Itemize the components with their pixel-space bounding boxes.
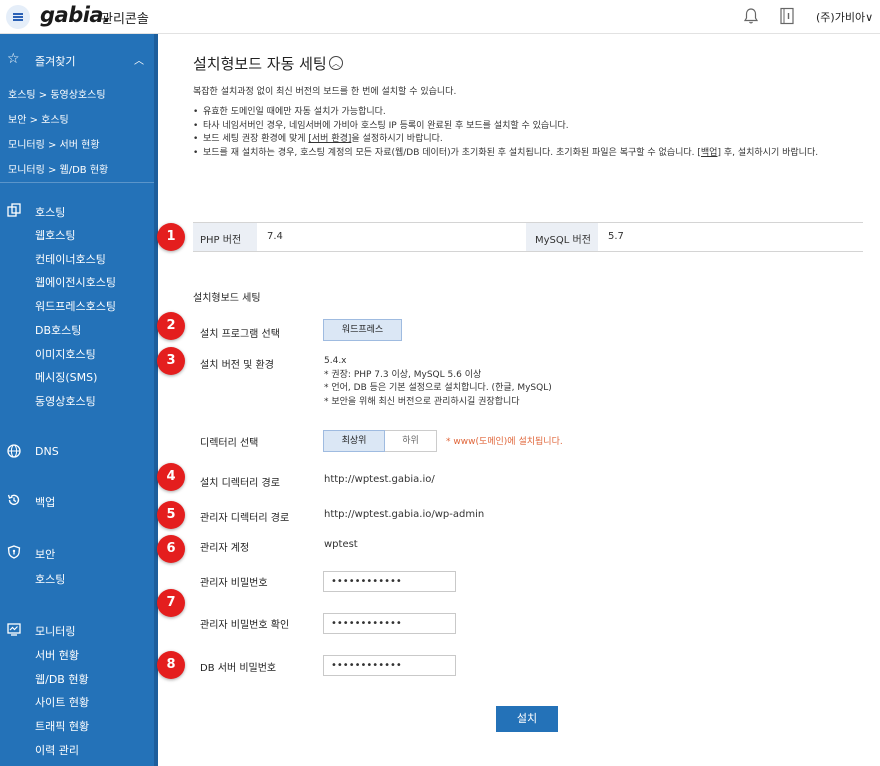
globe-icon	[7, 444, 21, 458]
top-bar: gabia. 관리콘솔 (주)가비아∨	[0, 0, 880, 34]
section-title: 설치형보드 세팅	[193, 293, 261, 304]
console-label: 관리콘솔	[101, 12, 149, 27]
notice-list: 유효한 도메인일 때에만 자동 설치가 가능합니다. 타사 네임서버인 경우, …	[193, 106, 863, 160]
book-icon[interactable]	[779, 7, 795, 25]
sidebar-item-history[interactable]: 이력 관리	[35, 742, 79, 758]
mysql-version-label: MySQL 버전	[526, 223, 598, 251]
sidebar-item-site-status[interactable]: 사이트 현황	[35, 694, 89, 710]
hosting-label: 호스팅	[35, 206, 66, 219]
sidebar-item-wordpress-hosting[interactable]: 워드프레스호스팅	[35, 298, 116, 314]
admin-account-value: wptest	[324, 539, 358, 550]
notice-item: 보드 세팅 권장 환경에 맞게 [서버 환경]을 설정하시기 바랍니다.	[193, 133, 863, 147]
favorite-link[interactable]: 보안 > 호스팅	[8, 111, 69, 126]
favorite-link[interactable]: 모니터링 > 서버 현황	[8, 136, 100, 151]
sidebar-favorites[interactable]: ☆ 즐겨찾기 ︿	[0, 48, 154, 70]
sidebar-item-db-hosting[interactable]: DB호스팅	[35, 322, 81, 338]
program-label: 설치 프로그램 선택	[200, 329, 280, 340]
sidebar-item-web-db-status[interactable]: 웹/DB 현황	[35, 671, 89, 687]
notice-text: 을 설정하시기 바랍니다.	[351, 134, 443, 144]
sidebar: ☆ 즐겨찾기 ︿ 호스팅 > 동영상호스팅 보안 > 호스팅 모니터링 > 서버…	[0, 34, 158, 766]
favorites-label: 즐겨찾기	[35, 55, 76, 68]
logo[interactable]: gabia.	[40, 3, 111, 27]
step-badge: 7	[157, 589, 185, 617]
version-line: * 권장: PHP 7.3 이상, MySQL 5.6 이상	[324, 369, 482, 380]
notice-text: 보드를 재 설치하는 경우, 호스팅 계정의 모든 자료(웹/DB 데이터)가 …	[203, 147, 698, 158]
star-icon: ☆	[7, 51, 20, 67]
sidebar-item-video-hosting[interactable]: 동영상호스팅	[35, 393, 96, 409]
version-line: * 보안을 위해 최신 버전으로 관리하시길 권장합니다	[324, 396, 520, 407]
admin-password-label: 관리자 비밀번호	[200, 578, 268, 589]
admin-dir-label: 관리자 디렉터리 경로	[200, 513, 290, 524]
backup-link[interactable]: [백업]	[697, 148, 721, 158]
step-badge: 8	[157, 651, 185, 679]
sidebar-item-image-hosting[interactable]: 이미지호스팅	[35, 346, 96, 362]
backup-label: 백업	[35, 496, 56, 509]
version-label: 설치 버전 및 환경	[200, 360, 274, 371]
notice-text: 후, 설치하시기 바랍니다.	[720, 147, 819, 158]
version-info: 5.4.x * 권장: PHP 7.3 이상, MySQL 5.6 이상 * 언…	[324, 355, 552, 409]
step-badge: 2	[157, 312, 185, 340]
server-env-link[interactable]: [서버 환경]	[308, 134, 351, 144]
chevron-up-circle-icon[interactable]: ︿	[329, 56, 343, 70]
admin-dir-value: http://wptest.gabia.io/wp-admin	[324, 509, 485, 520]
menu-icon[interactable]	[6, 5, 30, 29]
php-version-label: PHP 버전	[193, 223, 257, 251]
php-version-value: 7.4	[267, 231, 283, 242]
main-content: 설치형보드 자동 세팅 ︿ 복잡한 설치과정 없이 최신 버전의 보드를 한 번…	[158, 34, 880, 766]
directory-note: * www(도메인)에 설치됩니다.	[446, 437, 563, 447]
sidebar-item-sms[interactable]: 메시징(SMS)	[35, 369, 97, 385]
notice-text: 보드 세팅 권장 환경에 맞게	[203, 134, 309, 144]
account-menu[interactable]: (주)가비아∨	[816, 9, 873, 25]
shield-icon	[7, 545, 21, 559]
version-line: 5.4.x	[324, 356, 347, 366]
step-badge: 5	[157, 501, 185, 529]
install-dir-label: 설치 디렉터리 경로	[200, 478, 280, 489]
notice-item: 보드를 재 설치하는 경우, 호스팅 계정의 모든 자료(웹/DB 데이터)가 …	[193, 147, 863, 161]
favorite-link[interactable]: 모니터링 > 웹/DB 현황	[8, 161, 108, 176]
sidebar-item-agency-hosting[interactable]: 웹에이전시호스팅	[35, 274, 116, 290]
step-badge: 3	[157, 347, 185, 375]
backup-icon	[7, 494, 20, 506]
admin-password-confirm-label: 관리자 비밀번호 확인	[200, 620, 290, 631]
notice-item: 유효한 도메인일 때에만 자동 설치가 가능합니다.	[193, 106, 863, 120]
step-badge: 4	[157, 463, 185, 491]
step-badge: 6	[157, 535, 185, 563]
admin-account-label: 관리자 계정	[200, 543, 250, 554]
db-password-label: DB 서버 비밀번호	[200, 663, 277, 674]
wordpress-button[interactable]: 워드프레스	[323, 319, 402, 341]
sidebar-item-server-status[interactable]: 서버 현황	[35, 647, 79, 663]
hosting-icon	[7, 203, 21, 217]
version-line: * 언어, DB 등은 기본 설정으로 설치합니다. (한글, MySQL)	[324, 383, 552, 393]
security-label: 보안	[35, 548, 56, 561]
divider	[0, 182, 154, 183]
step-badge: 1	[157, 223, 185, 251]
version-info-bar: PHP 버전 7.4 MySQL 버전 5.7	[193, 222, 863, 252]
page-title: 설치형보드 자동 세팅	[193, 55, 327, 73]
admin-password-confirm-field[interactable]: ••••••••••••	[323, 613, 456, 634]
bell-icon[interactable]	[743, 7, 759, 25]
mysql-version-value: 5.7	[608, 231, 624, 242]
directory-sub-option[interactable]: 하위	[385, 430, 437, 452]
monitor-icon	[7, 623, 21, 636]
admin-password-field[interactable]: ••••••••••••	[323, 571, 456, 592]
notice-item: 타사 네임서버인 경우, 네임서버에 가비아 호스팅 IP 등록이 완료된 후 …	[193, 120, 863, 134]
db-password-field[interactable]: ••••••••••••	[323, 655, 456, 676]
chevron-up-icon[interactable]: ︿	[134, 52, 144, 67]
monitoring-label: 모니터링	[35, 625, 76, 638]
dns-label: DNS	[35, 445, 59, 458]
sidebar-item-traffic-status[interactable]: 트래픽 현황	[35, 718, 89, 734]
sidebar-item-web-hosting[interactable]: 웹호스팅	[35, 227, 75, 243]
directory-top-option[interactable]: 최상위	[323, 430, 385, 452]
sidebar-item-container-hosting[interactable]: 컨테이너호스팅	[35, 251, 106, 267]
install-button[interactable]: 설치	[496, 706, 558, 732]
directory-label: 디렉터리 선택	[200, 438, 259, 449]
sidebar-item-security-hosting[interactable]: 호스팅	[35, 571, 65, 587]
install-dir-value: http://wptest.gabia.io/	[324, 474, 435, 485]
page-description: 복잡한 설치과정 없이 최신 버전의 보드를 한 번에 설치할 수 있습니다.	[193, 87, 457, 97]
favorite-link[interactable]: 호스팅 > 동영상호스팅	[8, 86, 106, 101]
